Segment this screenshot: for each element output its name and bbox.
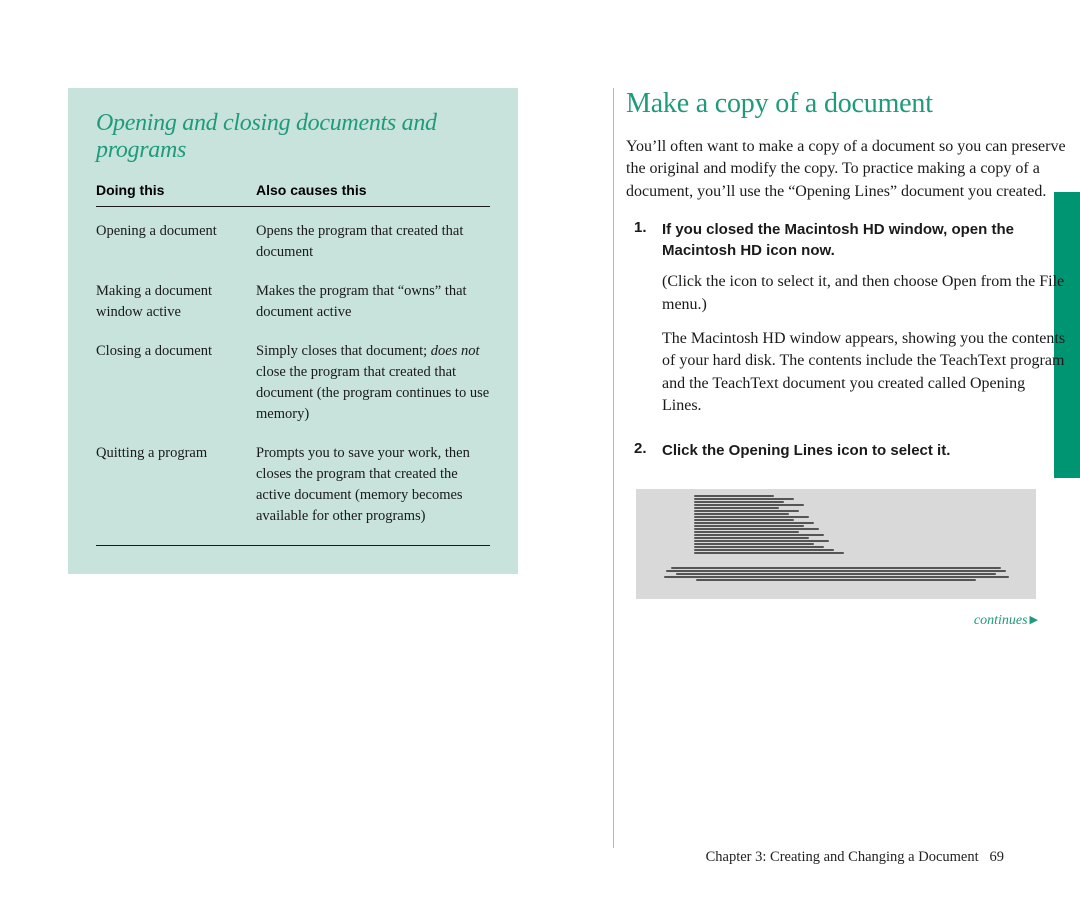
- table-header: Doing this Also causes this: [96, 182, 490, 206]
- cell-causes: Simply closes that document; does not cl…: [256, 341, 490, 425]
- step-number: 2.: [634, 440, 662, 471]
- step-text: (Click the icon to select it, and then c…: [662, 271, 1066, 316]
- step-number: 1.: [634, 219, 662, 429]
- step-text: The Macintosh HD window appears, showing…: [662, 328, 1066, 418]
- page-number: 69: [990, 849, 1005, 865]
- cell-causes: Opens the program that created that docu…: [256, 221, 490, 263]
- cell-causes-em: does not: [431, 343, 480, 359]
- table-header-causes: Also causes this: [256, 182, 490, 198]
- cell-doing: Opening a document: [96, 221, 256, 263]
- sidebar-box: Opening and closing documents and progra…: [68, 88, 518, 574]
- section-title: Make a copy of a document: [626, 88, 1066, 120]
- step-title: Click the Opening Lines icon to select i…: [662, 440, 1066, 461]
- cell-causes-post: close the program that created that docu…: [256, 364, 489, 422]
- continues-arrow-icon: ▶: [1028, 614, 1038, 626]
- cell-causes: Prompts you to save your work, then clos…: [256, 443, 490, 527]
- preview-text-block: [694, 495, 844, 554]
- page: Opening and closing documents and progra…: [0, 0, 1080, 900]
- table-row: Closing a document Simply closes that do…: [96, 341, 490, 425]
- table-row: Opening a document Opens the program tha…: [96, 221, 490, 263]
- intro-paragraph: You’ll often want to make a copy of a do…: [626, 136, 1066, 203]
- step-2: 2. Click the Opening Lines icon to selec…: [626, 440, 1066, 471]
- table-rule-bottom: [96, 545, 490, 546]
- cell-causes: Makes the program that “owns” that docum…: [256, 281, 490, 323]
- step-1: 1. If you closed the Macintosh HD window…: [626, 219, 1066, 429]
- column-divider: [613, 88, 614, 848]
- table-header-doing: Doing this: [96, 182, 256, 198]
- table-row: Making a document window active Makes th…: [96, 281, 490, 323]
- continues-indicator: continues▶: [626, 613, 1066, 629]
- document-preview-image: [636, 489, 1036, 599]
- cell-causes-pre: Simply closes that document;: [256, 343, 431, 359]
- step-title: If you closed the Macintosh HD window, o…: [662, 219, 1066, 261]
- page-footer: Chapter 3: Creating and Changing a Docum…: [706, 849, 1004, 866]
- cell-doing: Quitting a program: [96, 443, 256, 527]
- cell-doing: Making a document window active: [96, 281, 256, 323]
- left-column: Opening and closing documents and progra…: [68, 88, 526, 858]
- chapter-label: Chapter 3: Creating and Changing a Docum…: [706, 849, 979, 865]
- sidebar-title: Opening and closing documents and progra…: [96, 110, 490, 164]
- table-rule-top: [96, 206, 490, 207]
- content-area: Opening and closing documents and progra…: [68, 88, 1028, 858]
- step-body: Click the Opening Lines icon to select i…: [662, 440, 1066, 471]
- reference-table: Doing this Also causes this Opening a do…: [96, 182, 490, 546]
- cell-doing: Closing a document: [96, 341, 256, 425]
- table-row: Quitting a program Prompts you to save y…: [96, 443, 490, 527]
- preview-text-block-wide: [656, 567, 1016, 581]
- step-body: If you closed the Macintosh HD window, o…: [662, 219, 1066, 429]
- continues-text: continues: [974, 613, 1028, 628]
- right-column: Make a copy of a document You’ll often w…: [626, 88, 1066, 629]
